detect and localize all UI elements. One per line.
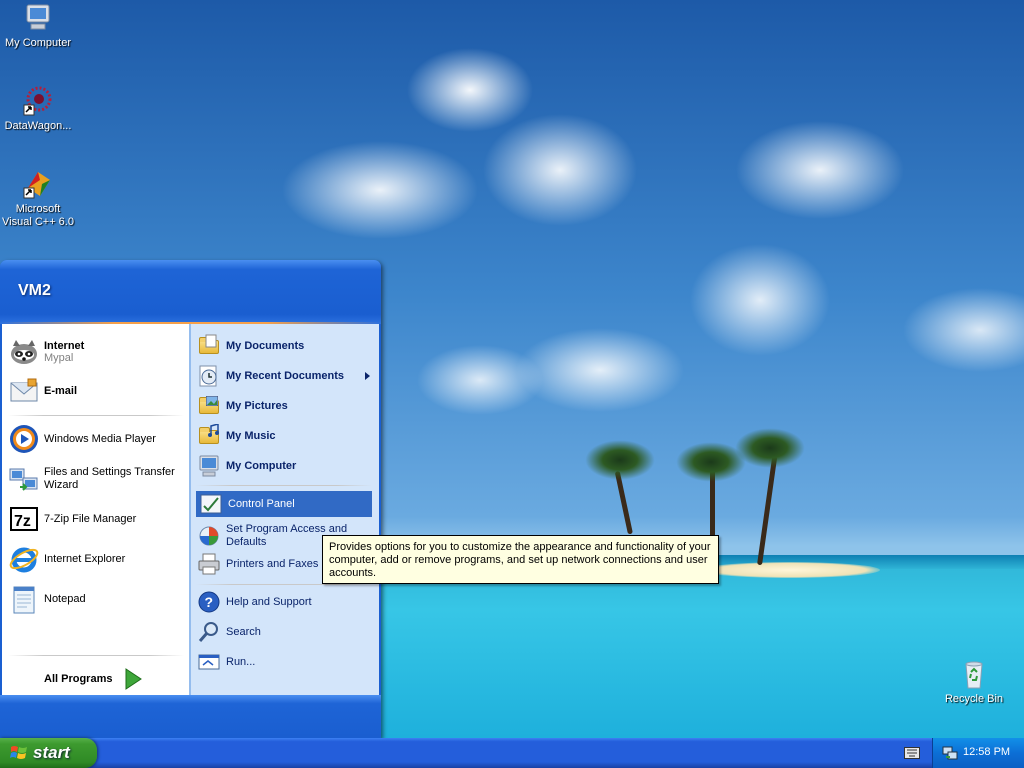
datawagon-icon [22,85,54,117]
place-my-pictures[interactable]: My Pictures [197,393,373,419]
start-button[interactable]: start [0,738,97,768]
start-label: start [33,743,70,762]
desktop-icon-datawagon[interactable]: DataWagon... [0,85,76,133]
palm-leaves [735,428,805,468]
notepad-icon [8,583,40,615]
desktop-icon-label: My Computer [4,37,72,49]
all-programs-label: All Programs [44,673,113,685]
desktop-icon-visual-cpp[interactable]: Microsoft Visual C++ 6.0 [0,168,76,229]
recent-7zip[interactable]: 7z 7-Zip File Manager [8,502,186,536]
pinned-email-label: E-mail [44,385,78,397]
right-separator [196,584,372,585]
internet-explorer-icon [8,543,40,575]
svg-text:?: ? [205,594,214,610]
my-computer-icon [197,454,221,478]
place-my-music[interactable]: My Music [197,423,373,449]
recent-label: Internet Explorer [44,553,126,565]
setting-control-panel[interactable]: Control Panel [196,491,372,517]
start-menu-header: VM2 [0,260,381,324]
start-menu-footer [0,695,381,738]
taskbar: start 12:58 PM [0,738,1024,768]
place-label: My Computer [226,460,297,472]
control-panel-tooltip: Provides options for you to customize th… [322,535,719,584]
wallpaper-island [700,562,880,578]
run-icon [197,650,221,674]
my-computer-icon [22,2,54,34]
printer-icon [197,552,221,576]
svg-text:7z: 7z [14,513,31,530]
raccoon-browser-icon [8,336,40,368]
right-separator [196,485,372,486]
clock[interactable]: 12:58 PM [963,746,1010,758]
help-label: Help and Support [226,596,312,608]
user-name: VM2 [18,282,51,299]
setting-label: Control Panel [228,498,295,510]
place-label: My Pictures [226,400,288,412]
transfer-wizard-icon [8,463,40,495]
help-label: Run... [226,656,256,668]
desktop-icon-label: Recycle Bin [944,693,1004,705]
place-label: My Documents [226,340,305,352]
my-pictures-icon [197,394,221,418]
pinned-internet[interactable]: Internet Mypal [8,334,186,370]
recent-notepad[interactable]: Notepad [8,582,186,616]
recent-windows-media-player[interactable]: Windows Media Player [8,422,186,456]
palm-trunk [614,470,633,535]
help-label: Search [226,626,261,638]
help-and-support[interactable]: ? Help and Support [197,589,373,615]
network-icon[interactable] [942,745,958,761]
left-separator [8,655,184,656]
pinned-internet-label: Internet [44,340,85,352]
run-item[interactable]: Run... [197,649,373,675]
recent-documents-icon [197,364,221,388]
recent-label: Files and Settings Transfer Wizard [44,466,175,491]
recent-label: Notepad [44,593,86,605]
my-documents-icon [197,334,221,358]
my-music-icon [197,424,221,448]
green-arrow-icon [125,668,143,690]
palm-trunk [757,455,778,566]
pinned-email[interactable]: E-mail [8,374,186,408]
recent-internet-explorer[interactable]: Internet Explorer [8,542,186,576]
pinned-internet-sub: Mypal [44,352,74,364]
desktop-icon-recycle-bin[interactable]: Recycle Bin [936,658,1012,706]
program-access-icon [197,524,221,548]
palm-leaves [585,440,655,480]
recent-transfer-wizard[interactable]: Files and Settings Transfer Wizard [8,462,186,496]
setting-label: Printers and Faxes [226,558,319,570]
media-player-icon [8,423,40,455]
recycle-bin-icon [958,658,990,690]
place-my-computer[interactable]: My Computer [197,453,373,479]
keyboard-icon[interactable] [904,747,920,759]
place-my-documents[interactable]: My Documents [197,333,373,359]
search-item[interactable]: Search [197,619,373,645]
left-separator [8,415,184,416]
recent-label: Windows Media Player [44,433,156,445]
control-panel-icon [199,492,223,516]
visual-cpp-icon [22,168,54,200]
place-my-recent-documents[interactable]: My Recent Documents [197,363,373,389]
windows-logo-icon [10,746,27,759]
search-icon [197,620,221,644]
help-icon: ? [197,590,221,614]
place-label: My Music [226,430,276,442]
desktop-icon-label: Microsoft Visual C++ 6.0 [2,203,74,228]
email-icon [8,375,40,407]
7zip-icon: 7z [8,503,40,535]
desktop-icon-label: DataWagon... [4,120,72,132]
submenu-arrow-icon [365,372,370,380]
recent-label: 7-Zip File Manager [44,513,137,525]
place-label: My Recent Documents [226,370,344,382]
setting-printers-faxes[interactable]: Printers and Faxes [197,551,322,577]
all-programs-button[interactable]: All Programs [44,666,164,692]
system-tray: 12:58 PM [932,738,1024,768]
desktop-icon-my-computer[interactable]: My Computer [0,2,76,50]
